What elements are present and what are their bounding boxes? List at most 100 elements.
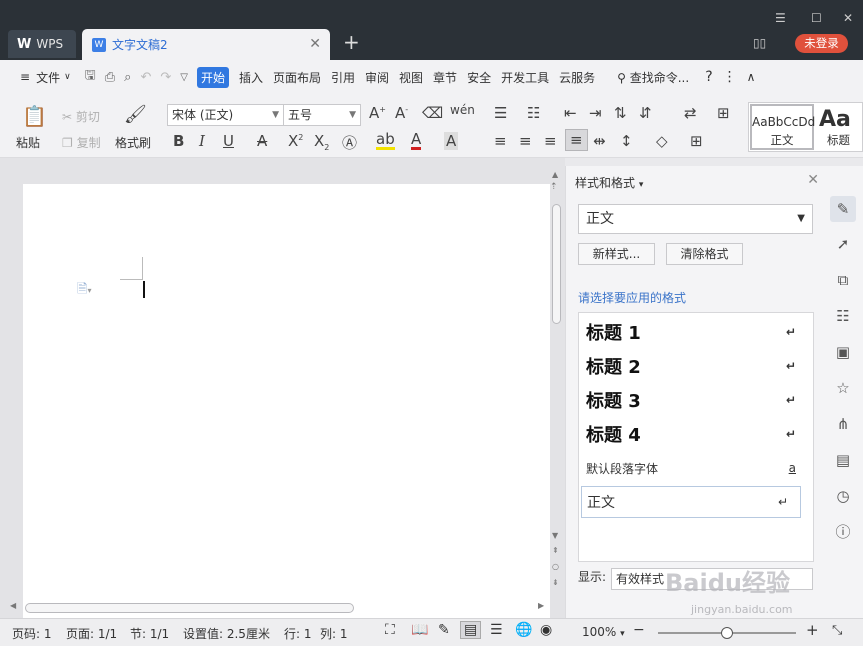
history-icon[interactable]: ◷: [832, 485, 854, 507]
highlight-icon[interactable]: ab: [376, 132, 395, 150]
fit-window-icon[interactable]: ⤡: [832, 623, 842, 638]
eye-protection-icon[interactable]: ◉: [540, 622, 552, 638]
close-window-button[interactable]: ✕: [843, 11, 853, 25]
align-right-icon[interactable]: ≡: [544, 132, 557, 150]
print-preview-icon[interactable]: ⌕: [124, 70, 131, 85]
show-filter-select[interactable]: 有效样式: [611, 568, 813, 590]
select-browse-icon[interactable]: ○: [552, 562, 559, 571]
current-style-select[interactable]: 正文 ▼: [578, 204, 813, 234]
style-item-heading-4[interactable]: 标题 4 ↵: [586, 419, 808, 449]
edit-mode-icon[interactable]: ✎: [438, 622, 450, 638]
bold-icon[interactable]: B: [173, 132, 184, 150]
font-name-select[interactable]: 宋体 (正文) ▼: [167, 104, 284, 126]
bullets-icon[interactable]: ☰: [494, 104, 507, 122]
scroll-right-icon[interactable]: ▶: [538, 601, 544, 610]
copy-button[interactable]: ❐ 复制: [62, 134, 101, 151]
grow-font-icon[interactable]: A+: [369, 104, 386, 122]
status-pages[interactable]: 页面: 1/1: [66, 625, 117, 642]
new-style-button[interactable]: 新样式...: [578, 243, 655, 265]
next-page-icon[interactable]: ⇟: [552, 578, 559, 587]
hamburger-icon[interactable]: ≡: [20, 70, 30, 84]
print-icon[interactable]: ⎙: [105, 70, 115, 85]
fullscreen-icon[interactable]: ⛶: [385, 622, 395, 638]
status-row[interactable]: 行: 1: [284, 625, 312, 642]
clear-format-button[interactable]: 清除格式: [666, 243, 743, 265]
scroll-top-icon[interactable]: ⇡: [550, 182, 558, 192]
pinyin-guide-icon[interactable]: wén: [450, 103, 475, 117]
status-section[interactable]: 节: 1/1: [130, 625, 169, 642]
format-painter-icon[interactable]: 🖌: [124, 104, 147, 125]
increase-indent-icon[interactable]: ⇥: [589, 104, 602, 122]
text-effect-icon[interactable]: Ⓐ: [342, 132, 357, 153]
paste-icon[interactable]: 📋: [22, 104, 47, 128]
image-icon[interactable]: ▣: [832, 341, 854, 363]
paste-button[interactable]: 粘贴: [16, 134, 40, 151]
zoom-out-icon[interactable]: −: [633, 622, 645, 638]
numbering-icon[interactable]: ☷: [527, 104, 540, 122]
char-shading-icon[interactable]: A: [444, 132, 459, 150]
outline-view-icon[interactable]: ☰: [490, 622, 503, 638]
undo-icon[interactable]: ↶: [140, 70, 151, 85]
superscript-icon[interactable]: X2: [288, 132, 303, 150]
eraser-icon[interactable]: ⌫: [422, 104, 443, 122]
horizontal-scroll-thumb[interactable]: [25, 603, 354, 613]
web-view-icon[interactable]: 🌐: [515, 622, 532, 638]
scroll-up-icon[interactable]: ▲: [552, 170, 558, 179]
status-setting[interactable]: 设置值: 2.5厘米: [183, 625, 270, 642]
format-painter-button[interactable]: 格式刷: [115, 134, 151, 151]
tab-document[interactable]: W 文字文稿2 ✕: [82, 29, 330, 60]
status-col[interactable]: 列: 1: [320, 625, 348, 642]
justify-icon[interactable]: ≡: [565, 129, 588, 151]
tab-close-icon[interactable]: ✕: [309, 36, 321, 52]
gallery-style-normal[interactable]: AaBbCcDd 正文: [750, 104, 815, 150]
strikethrough-icon[interactable]: A: [257, 132, 267, 150]
menu-file[interactable]: 文件: [36, 69, 60, 86]
vertical-scrollbar[interactable]: ▲ ⇡ ▼ ⇞ ○ ⇟: [550, 166, 563, 604]
style-item-heading-3[interactable]: 标题 3 ↵: [586, 385, 808, 415]
tab-insert[interactable]: 插入: [239, 69, 263, 86]
help-circle-icon[interactable]: ⓘ: [832, 521, 854, 543]
scroll-down-icon[interactable]: ▼: [552, 531, 558, 540]
tablet-mode-icon[interactable]: ▯▯: [753, 36, 766, 50]
align-left-icon[interactable]: ≡: [494, 132, 507, 150]
reading-mode-icon[interactable]: 📖: [411, 622, 428, 638]
show-marks-icon[interactable]: ⇄: [684, 104, 697, 122]
tab-chapter[interactable]: 章节: [433, 69, 457, 86]
style-item-default-font[interactable]: 默认段落字体 a: [586, 453, 808, 483]
style-pen-icon[interactable]: ✎: [830, 196, 856, 222]
tab-review[interactable]: 审阅: [365, 69, 389, 86]
subscript-icon[interactable]: X2: [314, 132, 329, 152]
save-icon[interactable]: 🖫: [85, 66, 96, 88]
decrease-indent-icon[interactable]: ⇤: [564, 104, 577, 122]
star-icon[interactable]: ☆: [832, 377, 854, 399]
collapse-ribbon-icon[interactable]: ∧: [747, 70, 756, 84]
style-item-normal[interactable]: 正文 ↵: [581, 486, 801, 518]
new-tab-button[interactable]: +: [343, 32, 360, 52]
sort-icon[interactable]: ⇵: [639, 104, 652, 122]
share-icon[interactable]: ⋔: [832, 413, 854, 435]
shading-icon[interactable]: ◇: [656, 132, 668, 150]
shapes-icon[interactable]: ⧉: [832, 269, 854, 291]
redo-icon[interactable]: ↷: [160, 70, 171, 85]
maximize-button[interactable]: ☐: [811, 11, 822, 25]
select-cursor-icon[interactable]: ➚: [832, 233, 854, 255]
vertical-scroll-thumb[interactable]: [552, 204, 561, 324]
settings-sliders-icon[interactable]: ☷: [832, 305, 854, 327]
tab-cloud[interactable]: 云服务: [559, 69, 595, 86]
line-spacing-icon[interactable]: ↕: [620, 132, 633, 150]
font-color-icon[interactable]: A: [411, 132, 422, 150]
tab-view[interactable]: 视图: [399, 69, 423, 86]
search-command[interactable]: ⚲ 查找命令...: [617, 69, 689, 86]
chinese-layout-icon[interactable]: ⇅: [614, 104, 627, 122]
paragraph-layout-icon[interactable]: 🗎▾: [77, 280, 91, 302]
cut-button[interactable]: ✂ 剪切: [62, 108, 100, 125]
tab-home[interactable]: 开始: [196, 66, 229, 88]
quick-access-dropdown-icon[interactable]: ▽: [180, 72, 188, 83]
tab-references[interactable]: 引用: [331, 69, 355, 86]
shrink-font-icon[interactable]: A-: [395, 104, 408, 122]
zoom-slider[interactable]: [658, 627, 796, 639]
tab-page-layout[interactable]: 页面布局: [273, 69, 321, 86]
document-page[interactable]: 🗎▾: [23, 184, 550, 618]
prev-page-icon[interactable]: ⇞: [552, 546, 559, 555]
tab-security[interactable]: 安全: [467, 69, 491, 86]
